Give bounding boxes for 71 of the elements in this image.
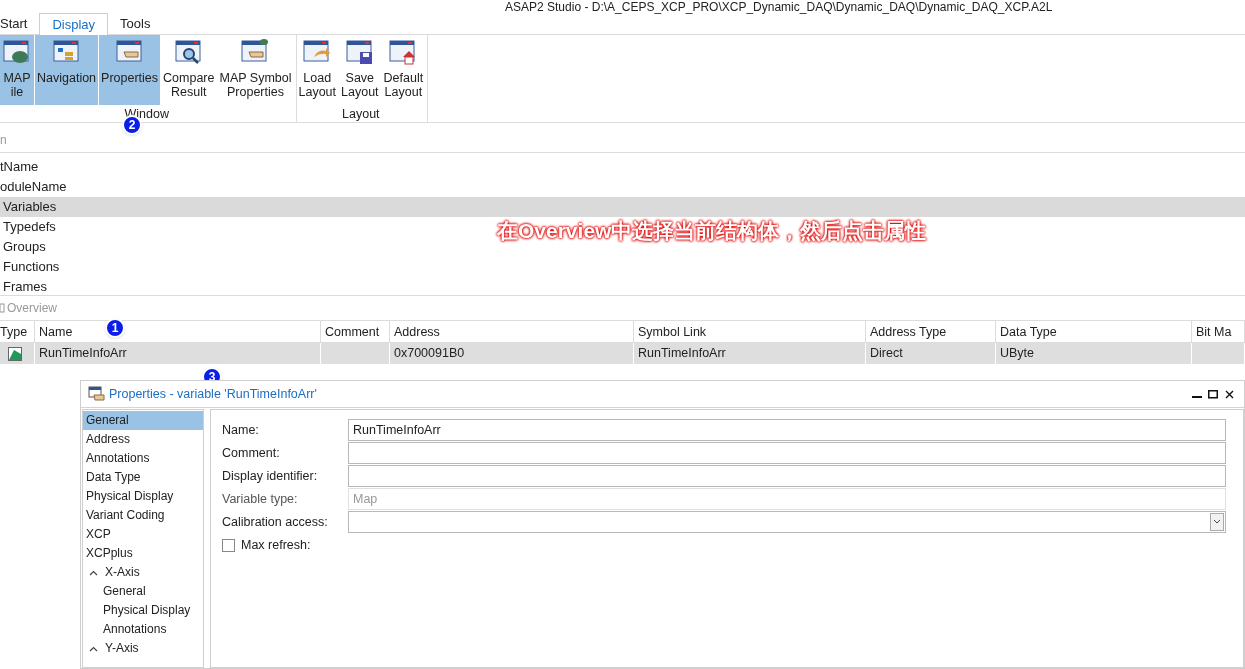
ribbon-tab[interactable]: Start bbox=[0, 13, 40, 34]
dropdown-field[interactable] bbox=[348, 511, 1226, 533]
page-list-item[interactable]: Annotations bbox=[83, 449, 203, 468]
page-list-item[interactable]: General bbox=[83, 411, 203, 430]
page-list-item[interactable]: XCPplus bbox=[83, 544, 203, 563]
window-title: ASAP2 Studio - D:\A_CEPS_XCP_PRO\XCP_Dynamic_DAQ\Dynamic_DAQ\Dynamic_DAQ_XCP.A2L bbox=[505, 0, 1053, 14]
page-list-item[interactable]: XCP bbox=[83, 525, 203, 544]
page-list-item[interactable]: X-Axis bbox=[83, 563, 203, 582]
tree-item[interactable]: Functions bbox=[0, 257, 64, 277]
tree-item[interactable]: Typedefs bbox=[0, 217, 60, 237]
field-label: Comment: bbox=[222, 444, 281, 462]
floppy-disk-icon bbox=[344, 37, 375, 67]
maximize-icon[interactable] bbox=[1208, 389, 1218, 399]
field-label: Name: bbox=[222, 421, 260, 439]
ribbon-tab[interactable]: Display bbox=[39, 13, 109, 35]
properties-icon bbox=[88, 386, 106, 402]
tree-item[interactable]: oduleName bbox=[0, 177, 71, 197]
ribbon-button[interactable]: MAP ile bbox=[0, 35, 34, 105]
page-list-item[interactable]: Address bbox=[83, 430, 203, 449]
page-list-item[interactable]: Variant Coding bbox=[83, 506, 203, 525]
checkbox[interactable] bbox=[222, 538, 235, 552]
tree-item[interactable]: Variables bbox=[0, 197, 1245, 217]
column-header[interactable]: Data Type bbox=[996, 321, 1192, 342]
collapse-icon[interactable] bbox=[89, 569, 98, 576]
tree-item[interactable]: Frames bbox=[0, 277, 52, 295]
table-cell-text: RunTimeInfoArr bbox=[638, 345, 726, 363]
column-header[interactable]: Address bbox=[390, 321, 634, 342]
ribbon-button[interactable]: Load Layout bbox=[296, 35, 339, 105]
close-icon[interactable] bbox=[1225, 389, 1234, 399]
table-cell-text: RunTimeInfoArr bbox=[39, 345, 127, 363]
field-label: Calibration access: bbox=[222, 513, 329, 531]
field-label: Variable type: bbox=[222, 490, 299, 508]
column-header[interactable]: Symbol Link bbox=[634, 321, 866, 342]
panel-title: n bbox=[0, 132, 7, 147]
checkbox-label: Max refresh: bbox=[241, 536, 311, 554]
column-header[interactable]: Bit Ma bbox=[1192, 321, 1245, 342]
column-header[interactable]: Comment bbox=[321, 321, 390, 342]
page-list-item[interactable]: Y-Axis bbox=[83, 639, 203, 658]
panel-title: Overview bbox=[7, 300, 57, 317]
column-header[interactable]: Type bbox=[0, 321, 35, 342]
page-list-item[interactable]: General bbox=[83, 582, 203, 601]
column-header[interactable]: Address Type bbox=[866, 321, 996, 342]
text-field[interactable] bbox=[348, 442, 1226, 464]
annotation-text: 在Overview中选择当前结构体，然后点击属性 bbox=[497, 218, 927, 245]
ribbon-button[interactable]: Default Layout bbox=[381, 35, 426, 105]
page-list-item[interactable]: Data Type bbox=[83, 468, 203, 487]
page-list-item[interactable]: Annotations bbox=[83, 620, 203, 639]
page-list-item[interactable]: Physical Display bbox=[83, 487, 203, 506]
table-cell-text: 0x700091B0 bbox=[394, 345, 465, 363]
text-field[interactable] bbox=[348, 465, 1226, 487]
table-row[interactable]: RunTimeInfoArr 0x700091B0 RunTimeInfoArr Direct UByte bbox=[0, 343, 1245, 364]
collapse-icon[interactable] bbox=[89, 645, 98, 652]
tree-item[interactable]: tName bbox=[0, 157, 43, 177]
ribbon-button[interactable]: Compare Result bbox=[161, 35, 217, 105]
ribbon-button[interactable]: Navigation bbox=[35, 35, 99, 105]
chevron-down-icon[interactable] bbox=[1210, 513, 1224, 531]
ribbon-group-label: Layout bbox=[341, 106, 381, 122]
ribbon-tab[interactable]: Tools bbox=[108, 13, 163, 34]
chart-area-icon bbox=[8, 346, 22, 361]
ribbon-button[interactable]: Properties bbox=[99, 35, 161, 105]
ribbon-button[interactable]: Save Layout bbox=[339, 35, 381, 105]
step-badge: 1 bbox=[105, 318, 125, 338]
field-label: Display identifier: bbox=[222, 467, 319, 485]
ribbon-button[interactable]: MAP Symbol Properties bbox=[217, 35, 294, 105]
table-icon bbox=[0, 303, 5, 313]
page-list-item[interactable]: Physical Display bbox=[83, 601, 203, 620]
tree-item[interactable]: Groups bbox=[0, 237, 50, 257]
text-field[interactable]: RunTimeInfoArr bbox=[348, 419, 1226, 441]
table-cell-text: UByte bbox=[1000, 345, 1035, 363]
window-title: Properties - variable 'RunTimeInfoArr' bbox=[109, 385, 317, 403]
table-cell-text: Direct bbox=[870, 345, 903, 363]
